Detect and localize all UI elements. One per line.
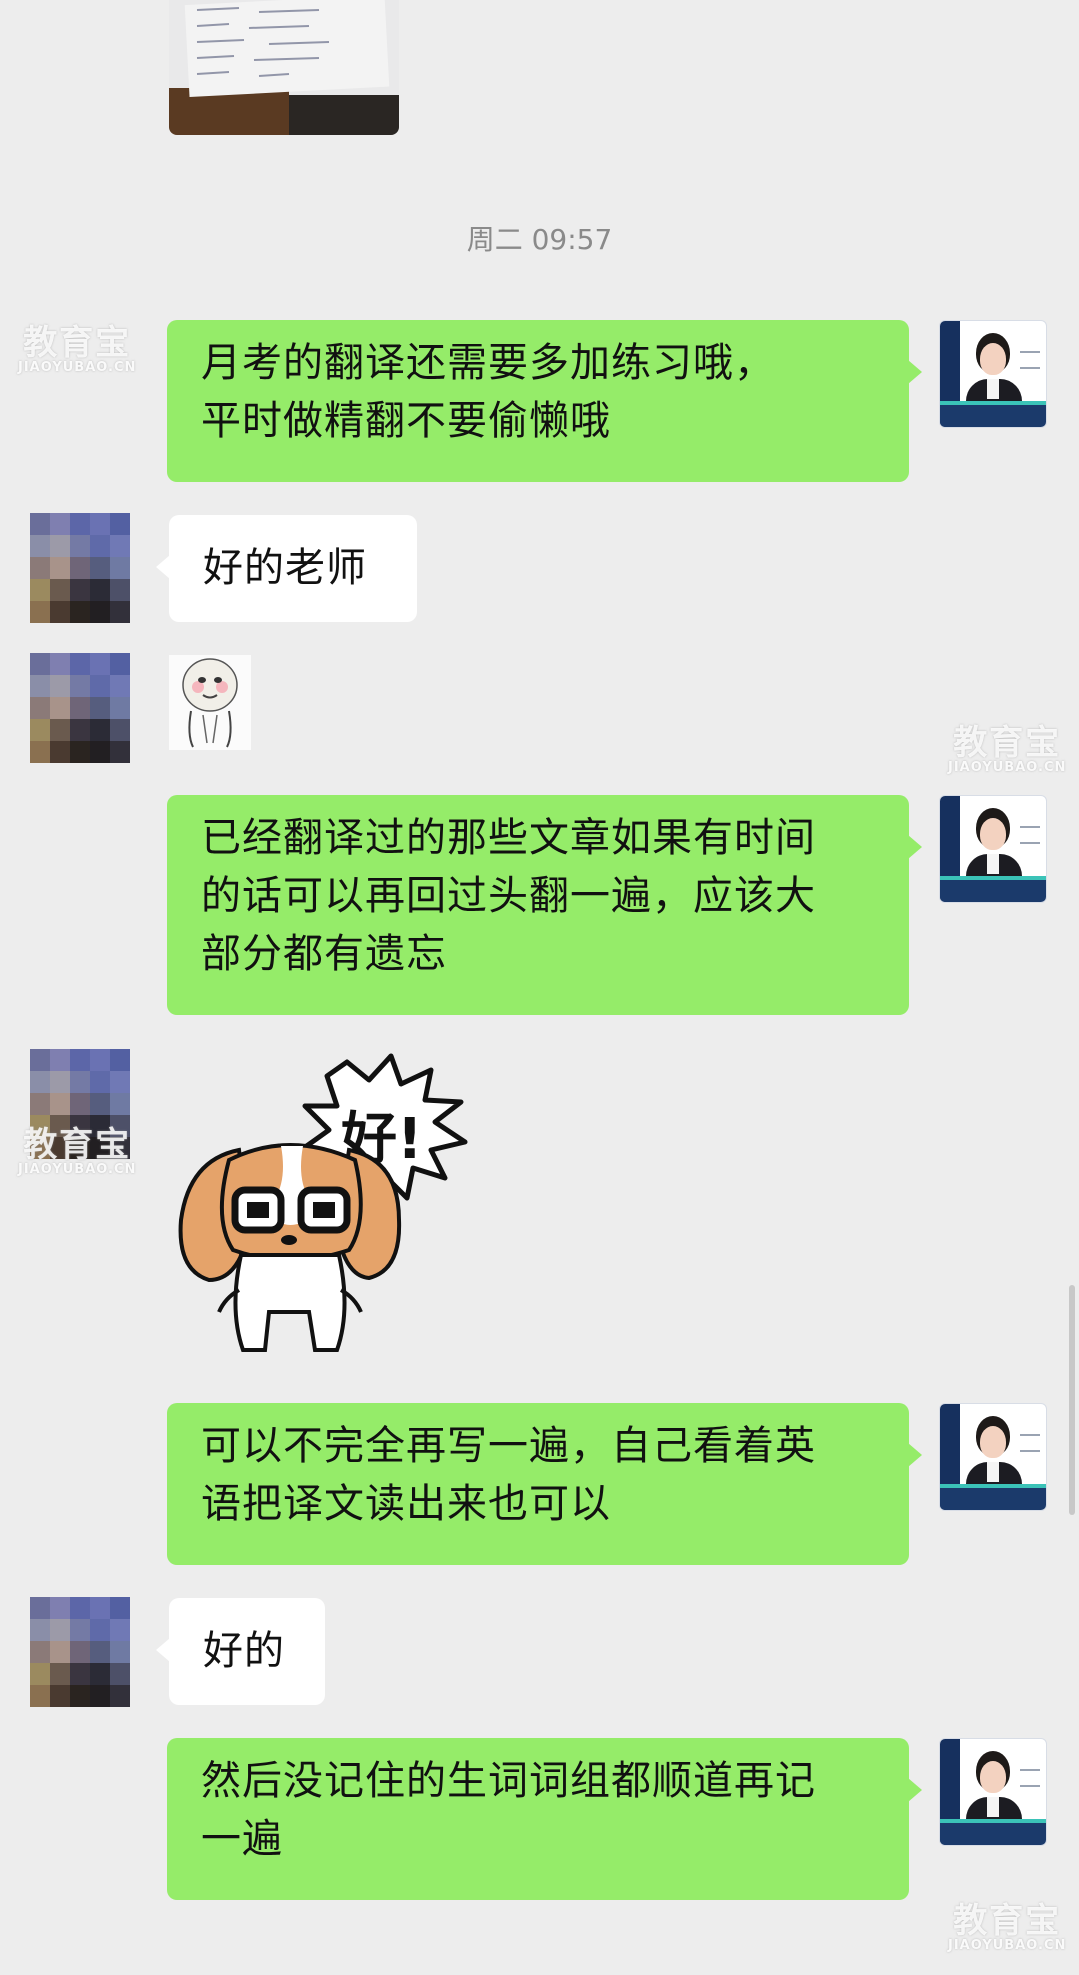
teacher-avatar[interactable] (939, 320, 1047, 428)
handwritten-photo-message[interactable] (169, 0, 399, 135)
message-bubble-sent[interactable]: 然后没记住的生词词组都顺道再记 一遍 (167, 1738, 922, 1900)
watermark: 教育宝 JIAOYUBAO.CN (948, 1901, 1067, 1953)
message-bubble-sent[interactable]: 已经翻译过的那些文章如果有时间 的话可以再回过头翻一遍，应该大 部分都有遗忘 (167, 795, 922, 1015)
dog-ok-sticker[interactable]: 好! (169, 1050, 499, 1360)
scrollbar[interactable] (1069, 1285, 1075, 1515)
handwritten-photo-icon (169, 0, 399, 135)
shy-meme-sticker[interactable] (169, 655, 251, 750)
teacher-avatar[interactable] (939, 1403, 1047, 1511)
message-bubble-received[interactable]: 好的老师 (156, 515, 417, 622)
student-avatar[interactable] (30, 513, 130, 623)
student-avatar[interactable] (30, 653, 130, 763)
watermark: 教育宝 JIAOYUBAO.CN (18, 1125, 137, 1177)
dog-sticker-icon: 好! (178, 1053, 468, 1352)
teacher-avatar[interactable] (939, 1738, 1047, 1846)
message-bubble-received[interactable]: 好的 (156, 1598, 325, 1705)
message-bubble-sent[interactable]: 月考的翻译还需要多加练习哦， 平时做精翻不要偷懒哦 (167, 320, 922, 482)
watermark: 教育宝 JIAOYUBAO.CN (18, 323, 137, 375)
chat-timestamp: 周二 09:57 (466, 223, 613, 256)
teacher-avatar[interactable] (939, 795, 1047, 903)
shy-meme-sticker-icon (182, 658, 238, 748)
message-bubble-sent[interactable]: 可以不完全再写一遍，自己看着英 语把译文读出来也可以 (167, 1403, 922, 1565)
student-avatar[interactable] (30, 1597, 130, 1707)
watermark: 教育宝 JIAOYUBAO.CN (948, 723, 1067, 775)
